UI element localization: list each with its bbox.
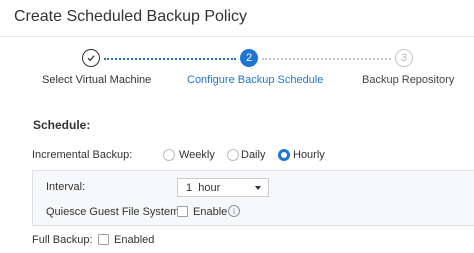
quiesce-label: Quiesce Guest File System: [46, 206, 183, 218]
check-icon [87, 55, 95, 62]
quiesce-enable-label[interactable]: Enable [193, 206, 227, 218]
backup-policy-dialog: Create Scheduled Backup Policy 2 3 Selec… [0, 0, 474, 253]
radio-daily-label[interactable]: Daily [241, 149, 265, 161]
interval-label: Interval: [46, 181, 86, 193]
interval-select-value: 1 hour [186, 182, 221, 194]
incremental-backup-label: Incremental Backup: [32, 149, 133, 161]
step-2-label[interactable]: Configure Backup Schedule [187, 74, 323, 86]
step-1-indicator[interactable] [82, 49, 100, 67]
step-1-label[interactable]: Select Virtual Machine [42, 74, 151, 86]
full-backup-label: Full Backup: [32, 234, 93, 246]
quiesce-enable-checkbox[interactable] [177, 206, 188, 217]
step-3-label[interactable]: Backup Repository [362, 74, 454, 86]
radio-hourly[interactable] [278, 149, 290, 161]
schedule-section-title: Schedule: [33, 118, 91, 132]
dialog-title: Create Scheduled Backup Policy [14, 8, 248, 25]
stepper-connector-1 [104, 58, 236, 60]
full-backup-enabled-label[interactable]: Enabled [114, 234, 154, 246]
radio-daily[interactable] [227, 149, 239, 161]
step-2-indicator[interactable]: 2 [240, 49, 258, 67]
chevron-down-icon [255, 186, 261, 190]
full-backup-checkbox[interactable] [98, 234, 109, 245]
radio-weekly[interactable] [163, 149, 175, 161]
info-icon[interactable]: i [228, 205, 240, 217]
stepper-connector-2 [262, 58, 391, 60]
header-divider [0, 36, 474, 37]
step-3-indicator[interactable]: 3 [395, 49, 413, 67]
radio-hourly-label[interactable]: Hourly [293, 149, 325, 161]
radio-weekly-label[interactable]: Weekly [179, 149, 215, 161]
interval-select[interactable]: 1 hour [177, 178, 269, 197]
